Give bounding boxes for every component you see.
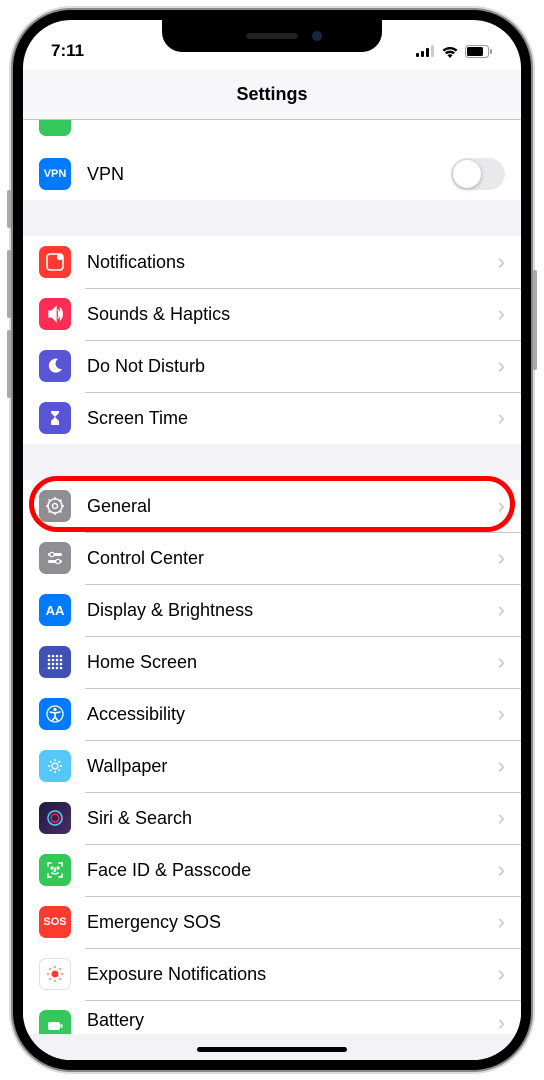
settings-row-faceid[interactable]: Face ID & Passcode › bbox=[23, 844, 521, 896]
power-button bbox=[533, 270, 537, 370]
exposure-icon bbox=[39, 958, 71, 990]
chevron-right-icon: › bbox=[498, 545, 505, 571]
screentime-icon bbox=[39, 402, 71, 434]
settings-row-accessibility[interactable]: Accessibility › bbox=[23, 688, 521, 740]
row-label: Exposure Notifications bbox=[87, 964, 490, 985]
chevron-right-icon: › bbox=[498, 701, 505, 727]
general-icon bbox=[39, 490, 71, 522]
faceid-icon bbox=[39, 854, 71, 886]
chevron-right-icon: › bbox=[498, 353, 505, 379]
chevron-right-icon: › bbox=[498, 405, 505, 431]
row-label: Home Screen bbox=[87, 652, 490, 673]
settings-row-homescreen[interactable]: Home Screen › bbox=[23, 636, 521, 688]
chevron-right-icon: › bbox=[498, 493, 505, 519]
settings-row-display[interactable]: AA Display & Brightness › bbox=[23, 584, 521, 636]
settings-row-siri[interactable]: Siri & Search › bbox=[23, 792, 521, 844]
settings-row-sos[interactable]: SOS Emergency SOS › bbox=[23, 896, 521, 948]
chevron-right-icon: › bbox=[498, 301, 505, 327]
battery-icon bbox=[39, 1010, 71, 1034]
row-label: Wallpaper bbox=[87, 756, 490, 777]
chevron-right-icon: › bbox=[498, 909, 505, 935]
settings-row-vpn[interactable]: VPN VPN bbox=[23, 148, 521, 200]
row-label: Face ID & Passcode bbox=[87, 860, 490, 881]
chevron-right-icon: › bbox=[498, 649, 505, 675]
dnd-icon bbox=[39, 350, 71, 382]
sos-icon: SOS bbox=[39, 906, 71, 938]
cellular-signal-icon bbox=[416, 45, 435, 57]
volume-up-button bbox=[7, 250, 11, 318]
battery-icon bbox=[465, 45, 493, 58]
wifi-icon bbox=[441, 45, 459, 58]
settings-row-battery[interactable]: Battery › bbox=[23, 1000, 521, 1034]
sounds-icon bbox=[39, 298, 71, 330]
controlcenter-icon bbox=[39, 542, 71, 574]
page-title: Settings bbox=[236, 84, 307, 105]
speaker bbox=[246, 33, 298, 39]
chevron-right-icon: › bbox=[498, 753, 505, 779]
settings-row-controlcenter[interactable]: Control Center › bbox=[23, 532, 521, 584]
homescreen-icon bbox=[39, 646, 71, 678]
row-label: Siri & Search bbox=[87, 808, 490, 829]
accessibility-icon bbox=[39, 698, 71, 730]
status-time: 7:11 bbox=[51, 41, 84, 61]
row-label: Screen Time bbox=[87, 408, 490, 429]
vpn-toggle[interactable] bbox=[451, 158, 505, 190]
settings-group: General › Control Center › AA bbox=[23, 480, 521, 1034]
settings-list[interactable]: VPN VPN Notifications bbox=[23, 120, 521, 1060]
row-label: Do Not Disturb bbox=[87, 356, 490, 377]
front-camera bbox=[312, 31, 322, 41]
home-indicator[interactable] bbox=[197, 1047, 347, 1052]
settings-row-screentime[interactable]: Screen Time › bbox=[23, 392, 521, 444]
settings-row-exposure[interactable]: Exposure Notifications › bbox=[23, 948, 521, 1000]
vpn-icon: VPN bbox=[39, 158, 71, 190]
settings-row-general[interactable]: General › bbox=[23, 480, 521, 532]
row-label: Notifications bbox=[87, 252, 490, 273]
toggle-knob bbox=[453, 160, 481, 188]
volume-down-button bbox=[7, 330, 11, 398]
hotspot-icon bbox=[39, 120, 71, 136]
chevron-right-icon: › bbox=[498, 597, 505, 623]
notch bbox=[162, 20, 382, 52]
content-area: Settings VPN VPN bbox=[23, 70, 521, 1060]
settings-row-dnd[interactable]: Do Not Disturb › bbox=[23, 340, 521, 392]
settings-row-wallpaper[interactable]: Wallpaper › bbox=[23, 740, 521, 792]
chevron-right-icon: › bbox=[498, 857, 505, 883]
row-label: General bbox=[87, 496, 490, 517]
settings-row-sounds[interactable]: Sounds & Haptics › bbox=[23, 288, 521, 340]
wallpaper-icon bbox=[39, 750, 71, 782]
phone-frame: 7:11 Settings VPN bbox=[13, 10, 531, 1070]
chevron-right-icon: › bbox=[498, 1010, 505, 1034]
display-icon: AA bbox=[39, 594, 71, 626]
row-label: Accessibility bbox=[87, 704, 490, 725]
chevron-right-icon: › bbox=[498, 805, 505, 831]
nav-header: Settings bbox=[23, 70, 521, 120]
mute-switch bbox=[7, 190, 11, 228]
settings-group: Notifications › Sounds & Haptics › bbox=[23, 236, 521, 444]
settings-row-notifications[interactable]: Notifications › bbox=[23, 236, 521, 288]
settings-group: VPN VPN bbox=[23, 120, 521, 200]
row-label: Control Center bbox=[87, 548, 490, 569]
row-label: Emergency SOS bbox=[87, 912, 490, 933]
settings-row-hotspot[interactable] bbox=[23, 120, 521, 148]
row-label: VPN bbox=[87, 164, 451, 185]
row-label: Sounds & Haptics bbox=[87, 304, 490, 325]
chevron-right-icon: › bbox=[498, 961, 505, 987]
row-label: Display & Brightness bbox=[87, 600, 490, 621]
row-label: Battery bbox=[87, 1010, 490, 1031]
notifications-icon bbox=[39, 246, 71, 278]
screen: 7:11 Settings VPN bbox=[23, 20, 521, 1060]
chevron-right-icon: › bbox=[498, 249, 505, 275]
siri-icon bbox=[39, 802, 71, 834]
